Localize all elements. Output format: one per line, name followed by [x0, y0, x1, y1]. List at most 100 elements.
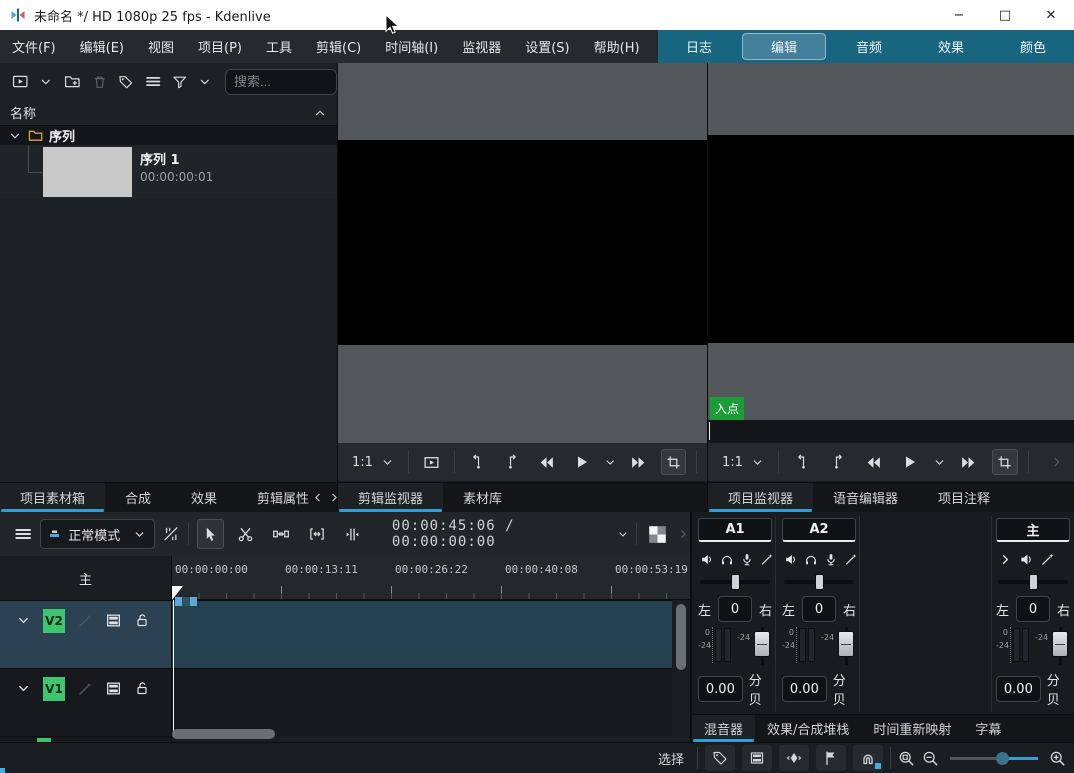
workspace-tab-color[interactable]: 颜色 — [992, 30, 1074, 63]
track-lock-icon[interactable] — [134, 612, 150, 628]
compositing-button[interactable] — [645, 521, 669, 547]
effects-wand-icon[interactable] — [760, 552, 774, 567]
ripple-tool-button[interactable] — [303, 519, 330, 549]
track-collapse-icon[interactable] — [16, 613, 31, 628]
track-header-v2[interactable]: V2 — [0, 600, 171, 668]
menu-clip[interactable]: 剪辑(C) — [304, 30, 373, 63]
track-hide-icon[interactable] — [105, 680, 122, 697]
show-markers-button[interactable] — [705, 745, 735, 771]
channel-name-button[interactable]: A1 — [698, 518, 772, 542]
tab-media-browser[interactable]: 素材库 — [443, 483, 522, 512]
zoom-fit-icon[interactable] — [898, 750, 915, 767]
track-lock-icon[interactable] — [134, 680, 150, 696]
fit-zoom-keyframes-button[interactable] — [779, 745, 809, 771]
slip-tool-button[interactable] — [339, 519, 366, 549]
razor-tool-button[interactable] — [232, 519, 259, 549]
track-effects-icon[interactable] — [77, 613, 93, 629]
volume-fader[interactable] — [753, 627, 771, 665]
fast-forward-button[interactable] — [956, 449, 982, 475]
snap-button[interactable] — [853, 745, 883, 771]
track-badge[interactable]: V2 — [43, 609, 65, 633]
menu-settings[interactable]: 设置(S) — [513, 30, 581, 63]
pan-value[interactable]: 0 — [1016, 596, 1050, 622]
set-in-point-button[interactable] — [789, 449, 815, 475]
collapse-icon[interactable] — [313, 106, 327, 120]
tab-compositions[interactable]: 合成 — [105, 483, 171, 512]
rewind-button[interactable] — [534, 449, 559, 475]
channel-name-button[interactable]: 主 — [996, 518, 1070, 542]
set-out-point-button[interactable] — [825, 449, 851, 475]
name-column-header[interactable]: 名称 — [10, 103, 36, 122]
timeline-master-label[interactable]: 主 — [0, 556, 171, 600]
tab-project-monitor[interactable]: 项目监视器 — [708, 483, 813, 512]
tab-mixer[interactable]: 混音器 — [692, 715, 755, 742]
menu-help[interactable]: 帮助(H) — [582, 30, 652, 63]
timeline-vertical-scrollbar[interactable] — [676, 604, 686, 670]
monitor-zoom-select[interactable]: 1:1 — [348, 455, 398, 470]
monitor-zoom-select[interactable]: 1:1 — [718, 455, 768, 470]
close-button[interactable]: ✕ — [1028, 0, 1074, 30]
mute-icon[interactable] — [1019, 552, 1034, 567]
add-clip-chevron-icon[interactable] — [39, 75, 53, 89]
channel-name-button[interactable]: A2 — [782, 518, 856, 542]
workspace-tab-editing[interactable]: 编辑 — [742, 33, 826, 60]
monitor-playhead[interactable] — [709, 422, 710, 440]
project-monitor-seekbar[interactable] — [708, 420, 1074, 443]
fast-forward-button[interactable] — [626, 449, 651, 475]
track-v1-lane[interactable] — [172, 668, 672, 736]
zoom-in-icon[interactable] — [1049, 750, 1066, 767]
set-out-point-button[interactable] — [500, 449, 525, 475]
gain-value[interactable]: 0.00 — [996, 676, 1041, 702]
collapse-chevron-icon[interactable] — [998, 552, 1013, 567]
solo-headphones-icon[interactable] — [720, 552, 734, 567]
maximize-button[interactable]: □ — [982, 0, 1028, 30]
zoom-out-icon[interactable] — [922, 750, 939, 767]
menu-file[interactable]: 文件(F) — [0, 30, 68, 63]
timeline-ruler[interactable]: 00:00:00:00 00:00:13:11 00:00:26:22 00:0… — [172, 556, 690, 600]
clip-monitor-video-area[interactable] — [338, 63, 707, 443]
filter-chevron-icon[interactable] — [198, 75, 212, 89]
view-menu-icon[interactable] — [145, 73, 161, 90]
filter-icon[interactable] — [172, 74, 188, 90]
playhead-handle[interactable] — [172, 586, 183, 600]
track-header-v1[interactable]: V1 — [0, 668, 171, 736]
workspace-tab-audio[interactable]: 音频 — [828, 30, 910, 63]
gain-value[interactable]: 0.00 — [698, 676, 743, 702]
more-chevron-icon[interactable] — [1050, 455, 1064, 469]
expand-chevron-icon[interactable] — [8, 129, 22, 143]
tab-effect-stack[interactable]: 效果/合成堆栈 — [755, 715, 861, 742]
bin-search-input[interactable] — [225, 69, 337, 95]
balance-slider[interactable] — [784, 574, 854, 590]
rewind-button[interactable] — [861, 449, 887, 475]
play-button[interactable] — [897, 449, 923, 475]
tag-icon[interactable] — [118, 74, 134, 90]
pan-value[interactable]: 0 — [802, 596, 836, 622]
tab-subtitles[interactable]: 字幕 — [963, 715, 1013, 742]
tab-project-notes[interactable]: 项目注释 — [918, 483, 1010, 512]
tab-scroll-left-icon[interactable] — [311, 491, 324, 504]
tab-time-remap[interactable]: 时间重新映射 — [861, 715, 963, 742]
effects-wand-icon[interactable] — [844, 552, 858, 567]
set-in-point-button[interactable] — [465, 449, 490, 475]
zone-mode-button[interactable] — [661, 449, 686, 475]
effects-wand-icon[interactable] — [1040, 552, 1055, 567]
menu-monitor[interactable]: 监视器 — [450, 30, 513, 63]
timeline-zoom-slider[interactable] — [950, 751, 1038, 765]
tab-effects[interactable]: 效果 — [171, 483, 237, 512]
pan-value[interactable]: 0 — [718, 596, 752, 622]
track-v2-lane[interactable] — [172, 600, 672, 668]
track-collapse-icon[interactable] — [16, 681, 31, 696]
balance-slider[interactable] — [700, 574, 770, 590]
menu-project[interactable]: 项目(P) — [186, 30, 254, 63]
track-hide-icon[interactable] — [105, 612, 122, 629]
play-button[interactable] — [569, 449, 594, 475]
minimize-button[interactable]: − — [936, 0, 982, 30]
spacer-tool-button[interactable] — [268, 519, 295, 549]
solo-headphones-icon[interactable] — [804, 552, 818, 567]
clip-thumbnail[interactable] — [43, 147, 132, 197]
play-options-chevron-icon[interactable] — [604, 456, 616, 469]
timeline-menu-icon[interactable] — [14, 524, 32, 544]
more-chevron-icon[interactable] — [677, 527, 690, 541]
balance-slider[interactable] — [998, 574, 1068, 590]
create-folder-icon[interactable] — [64, 73, 80, 90]
